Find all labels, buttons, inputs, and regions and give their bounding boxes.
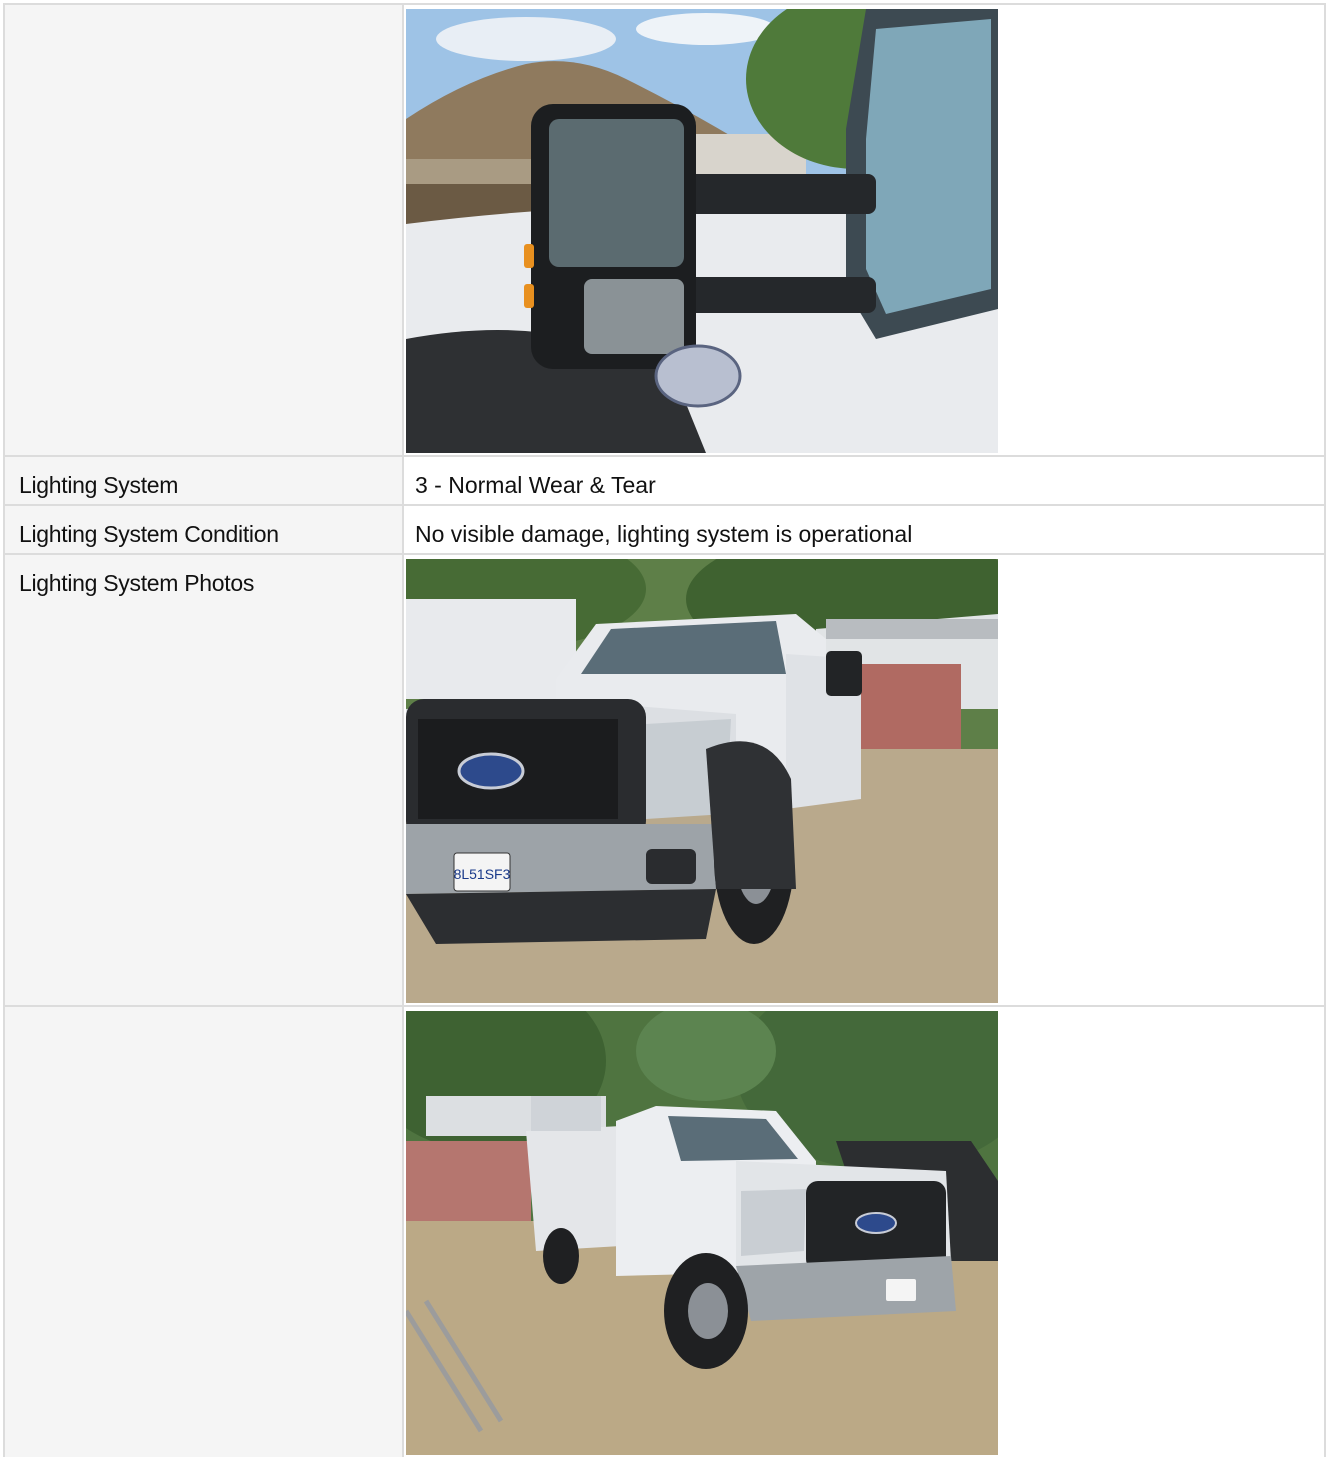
row-value-cell: No visible damage, lighting system is op… [402,504,1326,555]
row-label-cell [3,3,404,457]
table-row: Lighting System Condition No visible dam… [3,504,1326,555]
table-row: Lighting System 3 - Normal Wear & Tear [3,455,1326,506]
side-mirror-photo[interactable] [406,9,998,453]
row-value-cell: 8L51SF3 [402,553,1326,1007]
row-label: Lighting System Condition [19,521,279,547]
row-label-cell: Lighting System Condition [3,504,404,555]
inspection-table: Lighting System 3 - Normal Wear & Tear L… [3,3,1326,1457]
row-label-cell: Lighting System Photos [3,553,404,1007]
table-row: Lighting System Photos 8L51SF3 [3,553,1326,1007]
truck-angle-photo[interactable] [406,1011,998,1455]
row-label [5,5,402,20]
row-label-cell: Lighting System [3,455,404,506]
row-value: 3 - Normal Wear & Tear [415,472,656,498]
row-label: Lighting System Photos [19,570,255,596]
row-label-cell [3,1005,404,1457]
row-label [5,1007,402,1022]
row-label: Lighting System [19,472,179,498]
row-value-cell: 3 - Normal Wear & Tear [402,455,1326,506]
row-value-cell [402,3,1326,457]
row-value: No visible damage, lighting system is op… [415,521,913,547]
row-value-cell [402,1005,1326,1457]
truck-front-photo[interactable]: 8L51SF3 [406,559,998,1003]
table-row [3,3,1326,457]
license-plate-text: 8L51SF3 [454,866,511,882]
table-row [3,1005,1326,1457]
